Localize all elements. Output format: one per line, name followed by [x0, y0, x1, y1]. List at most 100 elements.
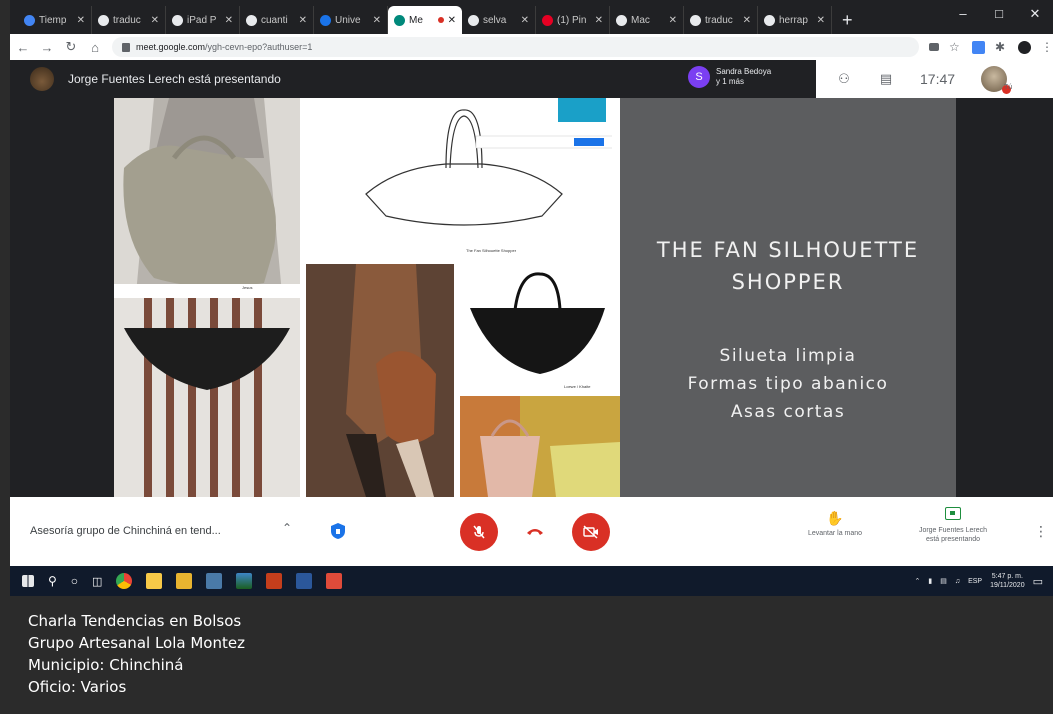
presenter-status-button[interactable]: Jorge Fuentes Lerech está presentando	[898, 507, 1008, 544]
reload-icon[interactable]: ↻	[64, 39, 78, 55]
cortana-icon[interactable]: ○	[71, 574, 78, 588]
star-icon[interactable]: ☆	[949, 40, 962, 54]
landscape-app-icon[interactable]	[236, 573, 253, 589]
sticky-notes-icon[interactable]	[146, 573, 163, 589]
photo-caption-b: Loewe / Khaite	[564, 384, 591, 389]
extensions-icon[interactable]: ✱	[995, 40, 1008, 54]
notifications-icon[interactable]: ▭	[1033, 575, 1043, 588]
chat-icon[interactable]: ▤	[878, 72, 894, 86]
browser-tab-label: traduc	[705, 14, 733, 26]
camera-permission-icon[interactable]	[929, 43, 939, 51]
presenter-avatar	[30, 67, 54, 91]
browser-tab[interactable]: Me ✕	[388, 6, 462, 34]
close-window-icon[interactable]: ✕	[1017, 0, 1053, 28]
end-call-button[interactable]	[516, 513, 554, 551]
photo-pastel-bags	[460, 396, 620, 497]
task-view-icon[interactable]: ◫	[92, 575, 102, 588]
raise-hand-label: Levantar la mano	[807, 530, 863, 537]
close-tab-icon[interactable]: ✕	[817, 15, 825, 26]
shield-icon[interactable]	[330, 522, 346, 540]
browser-tab-strip: Tiemp ✕ traduc ✕ iPad P ✕ cuanti ✕ Unive ✕ Me ✕ selv…	[10, 0, 1053, 34]
browser-tab[interactable]: Unive ✕	[314, 6, 388, 34]
tray-language[interactable]: ESP	[968, 578, 982, 585]
browser-tab[interactable]: (1) Pin ✕	[536, 6, 610, 34]
pdf-icon[interactable]	[326, 573, 343, 589]
lock-icon	[122, 42, 130, 52]
address-bar[interactable]: meet.google.com/ygh-cevn-epo?authuser=1	[112, 37, 919, 57]
close-tab-icon[interactable]: ✕	[521, 15, 529, 26]
slide-title-line1: THE FAN SILHOUETTE	[656, 238, 920, 262]
maximize-icon[interactable]: □	[981, 0, 1017, 28]
close-tab-icon[interactable]: ✕	[151, 15, 159, 26]
people-icon[interactable]: ⚇	[836, 72, 852, 86]
minimize-icon[interactable]: –	[945, 0, 981, 28]
slide-features: Silueta limpia Formas tipo abanico Asas …	[620, 342, 956, 426]
google-icon	[690, 14, 701, 26]
browser-tab[interactable]: traduc ✕	[684, 6, 758, 34]
browser-tab[interactable]: Tiemp ✕	[18, 6, 92, 34]
raise-hand-button[interactable]: ✋ Levantar la mano	[805, 510, 865, 537]
word-icon[interactable]	[296, 573, 313, 589]
close-tab-icon[interactable]: ✕	[299, 15, 307, 26]
photos-icon[interactable]	[206, 573, 223, 589]
tray-battery-icon[interactable]: ▮	[928, 577, 932, 585]
menu-icon[interactable]: ⋮	[1041, 40, 1053, 54]
self-label: Tú	[1004, 84, 1013, 91]
browser-tab[interactable]: herrap ✕	[758, 6, 832, 34]
close-tab-icon[interactable]: ✕	[448, 15, 456, 26]
profile-icon[interactable]	[1018, 40, 1031, 54]
new-tab-button[interactable]: +	[832, 6, 863, 34]
file-explorer-icon[interactable]	[176, 573, 193, 589]
slide-feature-1: Silueta limpia	[719, 346, 857, 366]
tray-volume-icon[interactable]: ♫	[955, 578, 960, 585]
event-caption-line3: Municipio: Chinchiná	[28, 656, 184, 674]
more-options-icon[interactable]: ⋮	[1034, 523, 1048, 540]
close-tab-icon[interactable]: ✕	[743, 15, 751, 26]
forward-icon[interactable]: →	[40, 40, 54, 55]
close-tab-icon[interactable]: ✕	[595, 15, 603, 26]
microphone-off-button[interactable]	[460, 513, 498, 551]
meet-header-tools: ⚇ ▤ 17:47 Tú	[816, 60, 1053, 98]
back-icon[interactable]: ←	[16, 40, 30, 55]
participant-more: y 1 más	[716, 77, 745, 86]
translate-icon[interactable]	[972, 40, 985, 54]
close-tab-icon[interactable]: ✕	[225, 15, 233, 26]
browser-tab[interactable]: Mac ✕	[610, 6, 684, 34]
event-caption: Charla Tendencias en Bolsos Grupo Artesa…	[28, 610, 245, 698]
participants-chip[interactable]: S Sandra Bedoya y 1 más	[688, 66, 771, 88]
home-icon[interactable]: ⌂	[88, 40, 102, 55]
bag-collage: Jesus The Fan Silhouette Shopper Loewe /…	[114, 98, 620, 497]
chrome-icon[interactable]	[116, 573, 133, 589]
tray-chevron-icon[interactable]: ⌃	[914, 577, 920, 585]
tray-clock[interactable]: 5:47 p. m. 19/11/2020	[990, 572, 1025, 590]
black-fan-bag-illustration	[470, 272, 605, 374]
browser-tab-label: Unive	[335, 14, 361, 26]
photo-grey-tote: Jesus	[114, 98, 300, 294]
meet-icon	[394, 14, 405, 26]
close-tab-icon[interactable]: ✕	[373, 15, 381, 26]
powerpoint-icon[interactable]	[266, 573, 283, 589]
browser-tab[interactable]: iPad P ✕	[166, 6, 240, 34]
close-tab-icon[interactable]: ✕	[669, 15, 677, 26]
presentation-stage: Jesus The Fan Silhouette Shopper Loewe /…	[10, 98, 1053, 497]
browser-tab[interactable]: cuanti ✕	[240, 6, 314, 34]
event-caption-line4: Oficio: Varios	[28, 678, 127, 696]
browser-tab[interactable]: selva ✕	[462, 6, 536, 34]
camera-off-button[interactable]	[572, 513, 610, 551]
browser-tab[interactable]: traduc ✕	[92, 6, 166, 34]
meeting-name[interactable]: Asesoría grupo de Chinchiná en tend...	[30, 525, 221, 537]
tray-date: 19/11/2020	[990, 582, 1025, 589]
slide-text-panel: THE FAN SILHOUETTE SHOPPER Silueta limpi…	[620, 98, 956, 497]
windows-taskbar: ⚲ ○ ◫ ⌃ ▮ ▤ ♫ ESP 5:47 p. m. 19/11/2020	[10, 566, 1053, 596]
present-screen-icon	[945, 507, 961, 520]
close-tab-icon[interactable]: ✕	[77, 15, 85, 26]
recording-indicator-icon	[437, 17, 444, 23]
search-icon[interactable]: ⚲	[48, 574, 57, 588]
tray-network-icon[interactable]: ▤	[940, 577, 947, 585]
windows-start-icon[interactable]	[22, 575, 34, 587]
chevron-up-icon[interactable]: ⌃	[282, 521, 292, 535]
fan-bag-sketch	[365, 98, 612, 226]
mic-off-icon	[473, 525, 485, 539]
google-icon	[616, 14, 627, 26]
browser-tab-label: (1) Pin	[557, 14, 587, 26]
